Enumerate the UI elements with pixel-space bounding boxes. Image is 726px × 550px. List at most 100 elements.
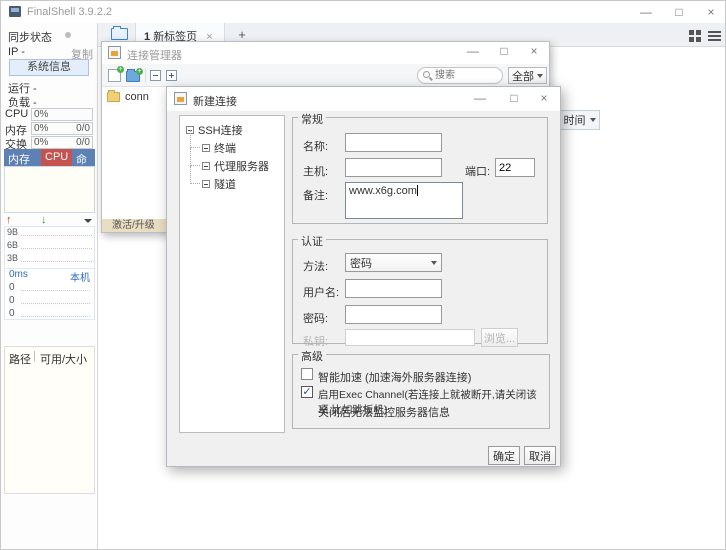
tree-line bbox=[190, 148, 200, 166]
password-label: 密码: bbox=[303, 310, 328, 326]
memo-label: 备注: bbox=[303, 187, 328, 203]
sidebar: 同步状态 IP - 复制 系统信息 运行 - 负载 - CPU 0% 内存 0%… bbox=[1, 23, 98, 550]
upload-arrow-icon: ↑ bbox=[6, 214, 12, 226]
connection-manager-title: 连接管理器 bbox=[127, 47, 182, 63]
method-caret-icon bbox=[431, 261, 437, 265]
cpu-stat-field: 0% bbox=[31, 108, 93, 121]
filter-label: 全部 bbox=[512, 68, 534, 84]
disk-col-size: 可用/大小 bbox=[40, 351, 87, 367]
exec-channel-checkbox[interactable]: ✓ bbox=[301, 386, 313, 398]
port-field[interactable] bbox=[495, 158, 535, 177]
smart-accel-checkbox[interactable] bbox=[301, 368, 313, 380]
name-field[interactable] bbox=[345, 133, 442, 152]
disk-col-divider: | bbox=[33, 350, 36, 362]
dialog-icon bbox=[174, 92, 187, 105]
advanced-groupbox: 高级 智能加速 (加速海外服务器连接) ✓ 启用Exec Channel(若连接… bbox=[292, 354, 550, 429]
tree-item-tunnel[interactable]: 隧道 bbox=[180, 175, 284, 193]
monitor-tab-command[interactable]: 命令 bbox=[72, 149, 95, 166]
expand-all-icon[interactable] bbox=[166, 70, 177, 81]
cm-maximize-button[interactable]: □ bbox=[491, 42, 517, 60]
ok-button[interactable]: 确定 bbox=[488, 446, 520, 465]
advanced-group-title: 高级 bbox=[298, 348, 326, 364]
filter-caret-icon bbox=[537, 74, 543, 78]
host-field[interactable] bbox=[345, 158, 442, 177]
dialog-close-button[interactable]: × bbox=[531, 89, 557, 107]
collapse-all-icon[interactable] bbox=[150, 70, 161, 81]
download-arrow-icon: ↓ bbox=[41, 214, 47, 226]
password-field[interactable] bbox=[345, 305, 442, 324]
open-connections-folder-icon[interactable] bbox=[111, 28, 128, 40]
connection-manager-icon bbox=[108, 46, 121, 59]
new-connection-dialog: 新建连接 — □ × SSH连接 终端 代理服务器 bbox=[166, 86, 561, 467]
connection-folder-item[interactable]: conn bbox=[107, 91, 149, 103]
cancel-button[interactable]: 取消 bbox=[524, 446, 556, 465]
filter-dropdown[interactable]: 全部 bbox=[508, 67, 547, 84]
new-connection-icon[interactable]: + bbox=[108, 69, 121, 82]
name-label: 名称: bbox=[303, 138, 328, 154]
tree-item-label: SSH连接 bbox=[198, 122, 243, 138]
cpu-usage-chart bbox=[4, 166, 95, 213]
system-info-button[interactable]: 系统信息 bbox=[9, 59, 89, 76]
finalshell-main-window: FinalShell 3.9.2.2 — □ × 同步状态 IP - 复制 系统… bbox=[0, 0, 726, 550]
port-label: 端口: bbox=[465, 163, 490, 179]
exec-channel-note: 关闭后无法监控服务器信息 bbox=[318, 404, 450, 420]
sort-by-time-button[interactable]: 时间 bbox=[559, 110, 600, 130]
main-maximize-button[interactable]: □ bbox=[666, 3, 692, 21]
cpu-stat-value: 0% bbox=[34, 109, 48, 120]
search-icon bbox=[423, 71, 430, 78]
tree-item-label: 代理服务器 bbox=[214, 158, 269, 174]
general-groupbox: 常规 名称: 主机: 端口: 备注: www.x6g.com bbox=[292, 117, 548, 224]
connection-type-tree: SSH连接 终端 代理服务器 隧道 bbox=[179, 115, 285, 433]
net-scale-6b: 6B bbox=[7, 240, 18, 250]
monitor-tab-memory[interactable]: 内存 bbox=[4, 149, 41, 166]
search-box[interactable] bbox=[417, 67, 503, 84]
tree-collapse-icon[interactable] bbox=[202, 144, 210, 152]
memo-field[interactable]: www.x6g.com bbox=[345, 182, 463, 219]
swap-stat-field: 0% 0/0 bbox=[31, 136, 93, 149]
ping-row-value: 0 bbox=[9, 295, 15, 306]
disk-col-path: 路径 bbox=[9, 351, 31, 367]
swap-stat-extra: 0/0 bbox=[76, 137, 90, 148]
cm-toolbar: + + 全部 bbox=[102, 64, 549, 87]
cm-minimize-button[interactable]: — bbox=[460, 42, 486, 60]
private-key-label: 私钥: bbox=[303, 333, 328, 349]
browse-button: 浏览... bbox=[481, 328, 518, 347]
ping-latency: 0ms bbox=[9, 269, 28, 280]
private-key-field bbox=[345, 329, 475, 346]
disk-panel: 路径 | 可用/大小 bbox=[4, 346, 95, 494]
dialog-titlebar: 新建连接 — □ × bbox=[167, 87, 560, 111]
main-window-title: FinalShell 3.9.2.2 bbox=[27, 6, 112, 18]
host-label: 主机: bbox=[303, 163, 328, 179]
memory-stat-extra: 0/0 bbox=[76, 123, 90, 134]
sort-by-time-label: 时间 bbox=[564, 112, 586, 128]
network-menu-caret-icon[interactable] bbox=[84, 219, 92, 223]
new-folder-icon[interactable]: + bbox=[126, 71, 140, 82]
tree-collapse-icon[interactable] bbox=[202, 162, 210, 170]
sync-status-dot bbox=[65, 32, 71, 38]
folder-name: conn bbox=[125, 91, 149, 103]
sync-status-label: 同步状态 bbox=[8, 29, 52, 45]
username-label: 用户名: bbox=[303, 284, 339, 300]
ping-row-value: 0 bbox=[9, 308, 15, 319]
username-field[interactable] bbox=[345, 279, 442, 298]
layout-grid-icon[interactable] bbox=[689, 30, 701, 42]
menu-icon[interactable] bbox=[708, 31, 721, 33]
cm-activate-upgrade-link[interactable]: 激活/升级 bbox=[112, 220, 155, 231]
dialog-minimize-button[interactable]: — bbox=[467, 89, 493, 107]
tree-collapse-icon[interactable] bbox=[202, 180, 210, 188]
monitor-tab-cpu[interactable]: CPU bbox=[41, 149, 72, 166]
main-close-button[interactable]: × bbox=[698, 3, 724, 21]
network-speed-chart: 9B 6B 3B bbox=[4, 226, 95, 269]
cm-close-button[interactable]: × bbox=[521, 42, 547, 60]
dialog-maximize-button[interactable]: □ bbox=[501, 89, 527, 107]
main-titlebar: FinalShell 3.9.2.2 — □ × bbox=[1, 1, 726, 23]
method-dropdown[interactable]: 密码 bbox=[345, 253, 442, 272]
main-minimize-button[interactable]: — bbox=[633, 3, 659, 21]
dialog-title: 新建连接 bbox=[193, 93, 237, 109]
ping-chart: 0ms 本机 0 0 0 bbox=[4, 268, 95, 320]
text-cursor bbox=[417, 185, 418, 196]
search-input[interactable] bbox=[435, 68, 499, 82]
folder-icon bbox=[107, 92, 120, 102]
cpu-stat-label: CPU bbox=[5, 108, 28, 120]
net-scale-9b: 9B bbox=[7, 227, 18, 237]
